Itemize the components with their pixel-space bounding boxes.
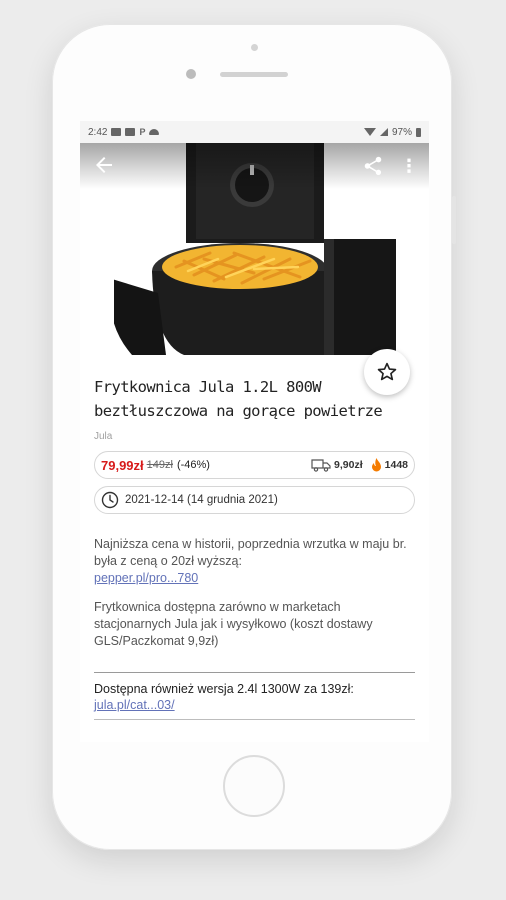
truck-icon — [311, 459, 331, 472]
share-icon[interactable] — [362, 155, 384, 177]
deal-details: Frytkownica Jula 1.2L 800W beztłuszczowa… — [80, 375, 429, 720]
save-deal-button[interactable] — [364, 349, 410, 395]
earpiece-speaker — [220, 72, 288, 77]
discount-percent: (-46%) — [176, 459, 210, 471]
video-notification-icon — [125, 128, 136, 136]
deal-price: 79,99zł — [101, 457, 144, 473]
deal-title-line2: beztłuszczowa na gorące powietrze — [94, 402, 383, 420]
clock-icon — [101, 491, 119, 509]
also-available-text: Dostępna również wersja 2.4l 1300W za 13… — [94, 682, 354, 696]
sensor-dot — [251, 44, 258, 51]
image-notification-icon — [111, 128, 122, 136]
deal-date: 2021-12-14 (14 grudnia 2021) — [125, 494, 278, 506]
cloud-notification-icon — [149, 129, 160, 135]
deal-temperature: 1448 — [371, 458, 408, 472]
divider-bottom — [94, 719, 415, 720]
star-outline-icon — [377, 362, 397, 381]
merchant-name[interactable]: Jula — [94, 431, 415, 442]
back-arrow-icon[interactable] — [92, 153, 116, 177]
flame-icon — [371, 458, 381, 472]
battery-percent: 97% — [391, 126, 412, 138]
deal-date-row: 2021-12-14 (14 grudnia 2021) — [94, 486, 415, 514]
deal-description: Najniższa cena w historii, poprzednia wr… — [94, 536, 415, 650]
front-camera — [186, 69, 196, 79]
jula-link[interactable]: jula.pl/cat...03/ — [94, 697, 415, 713]
old-price: 149zł — [146, 459, 173, 471]
battery-icon — [416, 127, 421, 137]
app-screen: 2:42 P 97% ⋮ Frytkownica Jula 1.2L 800W … — [80, 121, 429, 742]
shipping-value: 9,90zł — [334, 459, 363, 471]
product-image-area: ⋮ — [80, 143, 429, 395]
also-available: Dostępna również wersja 2.4l 1300W za 13… — [94, 681, 415, 713]
temperature-value: 1448 — [384, 459, 408, 471]
more-vert-icon[interactable]: ⋮ — [400, 155, 418, 177]
price-row: 79,99zł 149zł (-46%) 9,90zł 1448 — [94, 451, 415, 479]
wifi-icon — [363, 128, 376, 136]
side-button — [452, 196, 456, 244]
pepper-notification-icon: P — [139, 127, 146, 137]
status-time: 2:42 — [88, 126, 108, 138]
divider — [94, 672, 415, 673]
home-button[interactable] — [223, 755, 285, 817]
pepper-link[interactable]: pepper.pl/pro...780 — [94, 571, 198, 585]
description-para2: Frytkownica dostępna zarówno w marketach… — [94, 600, 373, 648]
shipping-cost: 9,90zł — [311, 458, 363, 472]
signal-icon — [379, 128, 388, 136]
status-bar: 2:42 P 97% — [80, 121, 429, 143]
description-para1: Najniższa cena w historii, poprzednia wr… — [94, 537, 407, 568]
